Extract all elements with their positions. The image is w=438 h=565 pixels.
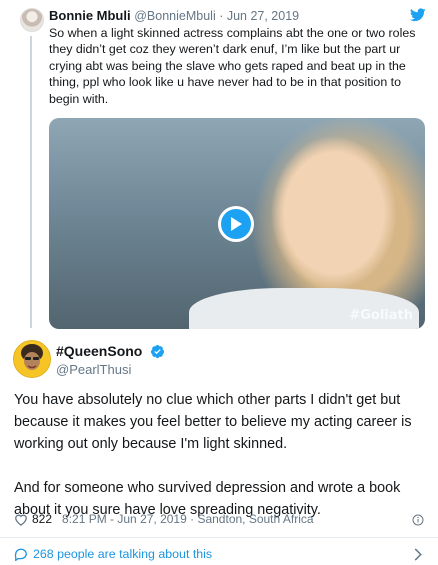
chevron-right-icon[interactable] — [414, 548, 422, 561]
heart-icon[interactable] — [14, 513, 28, 526]
reply-author-line: #QueenSono — [56, 343, 165, 359]
video-thumbnail[interactable]: #Goliath — [49, 118, 425, 329]
tweet-meta: 822 8:21 PM - Jun 27, 2019 · Sandton, So… — [14, 512, 314, 526]
pearl-avatar[interactable] — [13, 340, 51, 378]
twitter-bird-icon[interactable] — [410, 8, 426, 22]
thread-line — [30, 36, 32, 328]
quoted-author-name[interactable]: Bonnie Mbuli — [49, 8, 131, 23]
tweet-location[interactable]: Sandton, South Africa — [197, 512, 313, 526]
talking-count-text: 268 people are talking about this — [33, 547, 213, 561]
quoted-tweet-date[interactable]: Jun 27, 2019 — [227, 9, 299, 23]
video-watermark: #Goliath — [349, 308, 413, 323]
reply-paragraph-1: You have absolutely no clue which other … — [14, 392, 412, 452]
avatar-illustration — [14, 341, 50, 377]
info-icon[interactable] — [412, 514, 424, 526]
reply-author-name[interactable]: #QueenSono — [56, 343, 142, 359]
like-count[interactable]: 822 — [32, 512, 52, 526]
tweet-timestamp[interactable]: 8:21 PM - Jun 27, 2019 — [62, 512, 187, 526]
bonnie-avatar[interactable] — [20, 8, 44, 32]
reply-tweet-text: You have absolutely no clue which other … — [14, 389, 424, 521]
quoted-tweet-header: Bonnie Mbuli @BonnieMbuli · Jun 27, 2019 — [49, 8, 299, 23]
quoted-author-handle[interactable]: @BonnieMbuli · Jun 27, 2019 — [134, 9, 299, 23]
footer-divider — [0, 537, 438, 538]
reply-author-handle[interactable]: @PearlThusi — [56, 362, 131, 377]
meta-separator: · — [186, 512, 198, 526]
play-button[interactable] — [218, 206, 254, 242]
conversation-link[interactable]: 268 people are talking about this — [14, 547, 212, 561]
verified-badge-icon — [151, 344, 165, 359]
quoted-tweet-text: So when a light skinned actress complain… — [49, 26, 416, 106]
comment-bubble-icon — [14, 548, 27, 561]
play-icon — [231, 217, 242, 231]
